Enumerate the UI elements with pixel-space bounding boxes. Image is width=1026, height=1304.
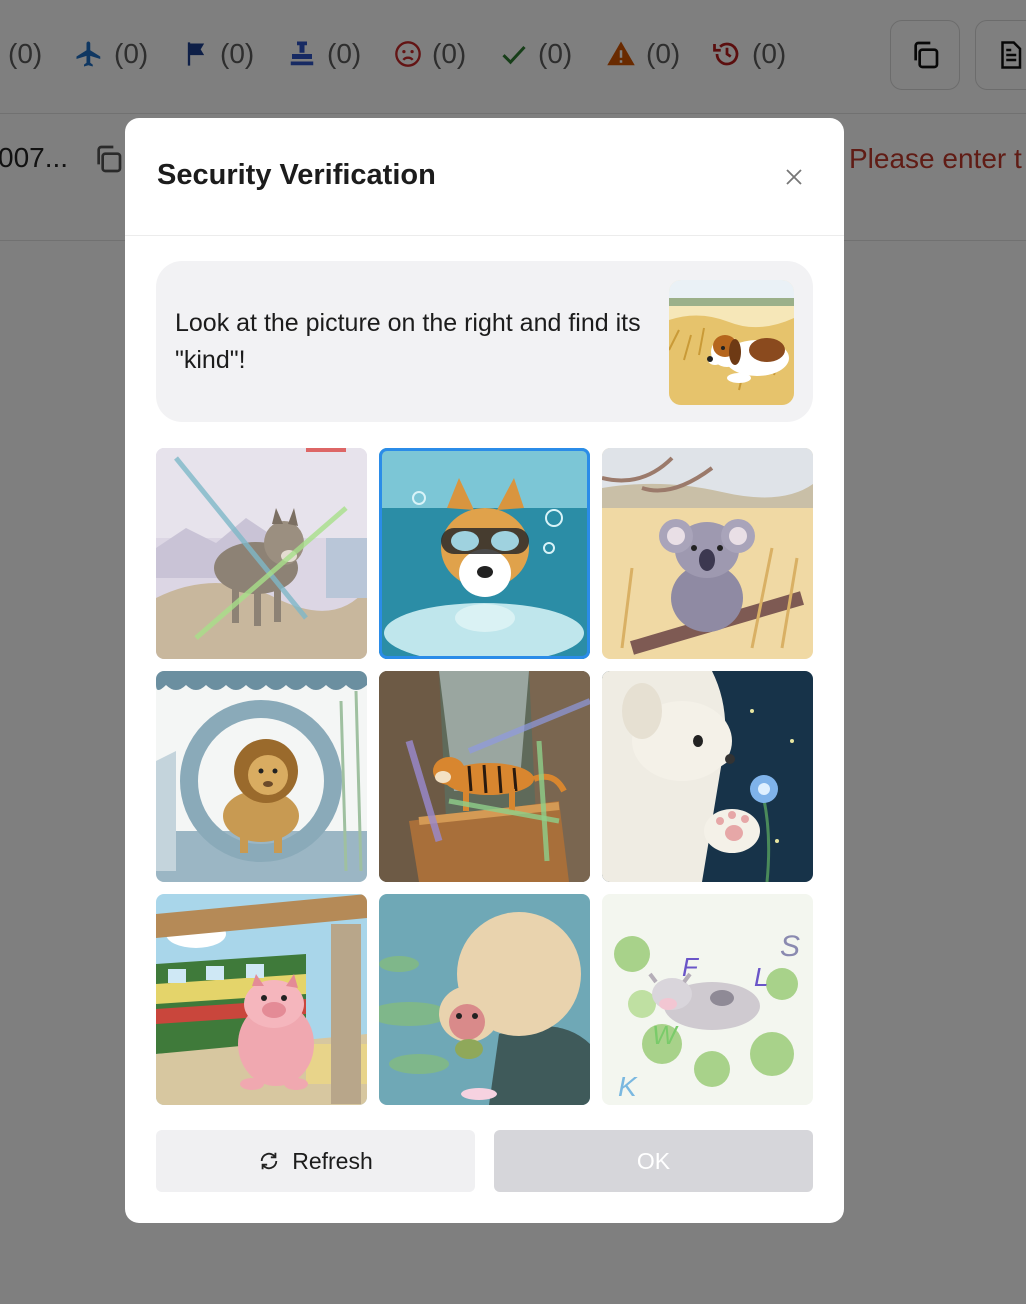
captcha-tile-lion[interactable] [156,671,367,882]
dialog-header: Security Verification [125,118,844,236]
close-icon [786,169,802,185]
refresh-icon [260,1152,278,1170]
captcha-tile-tiger[interactable] [379,671,590,882]
refresh-label: Refresh [292,1147,373,1174]
captcha-tile-monkey[interactable] [379,894,590,1105]
letter-f: F [682,952,700,982]
captcha-tile-wolf[interactable] [156,448,367,659]
letter-k: K [618,1071,638,1102]
reference-image [669,280,794,405]
captcha-image-grid: F L S W K [156,448,813,1105]
letter-w: W [652,1020,679,1050]
captcha-tile-koala[interactable] [602,448,813,659]
close-button[interactable] [779,162,809,192]
letter-s: S [780,930,800,963]
captcha-prompt: Look at the picture on the right and fin… [156,261,813,422]
captcha-tile-corgi[interactable] [379,448,590,659]
captcha-tile-pig[interactable] [156,894,367,1105]
captcha-tile-white-puppy[interactable] [602,671,813,882]
refresh-button[interactable]: Refresh [156,1130,475,1192]
ok-label: OK [636,1147,671,1174]
captcha-tile-cow[interactable]: F L S W K [602,894,813,1105]
prompt-text: Look at the picture on the right and fin… [175,309,641,374]
dialog-title: Security Verification [157,159,436,191]
ok-button[interactable]: OK [494,1130,813,1192]
security-verification-dialog: Security Verification Look at the pictur… [125,118,844,1223]
letter-l: L [754,962,768,992]
